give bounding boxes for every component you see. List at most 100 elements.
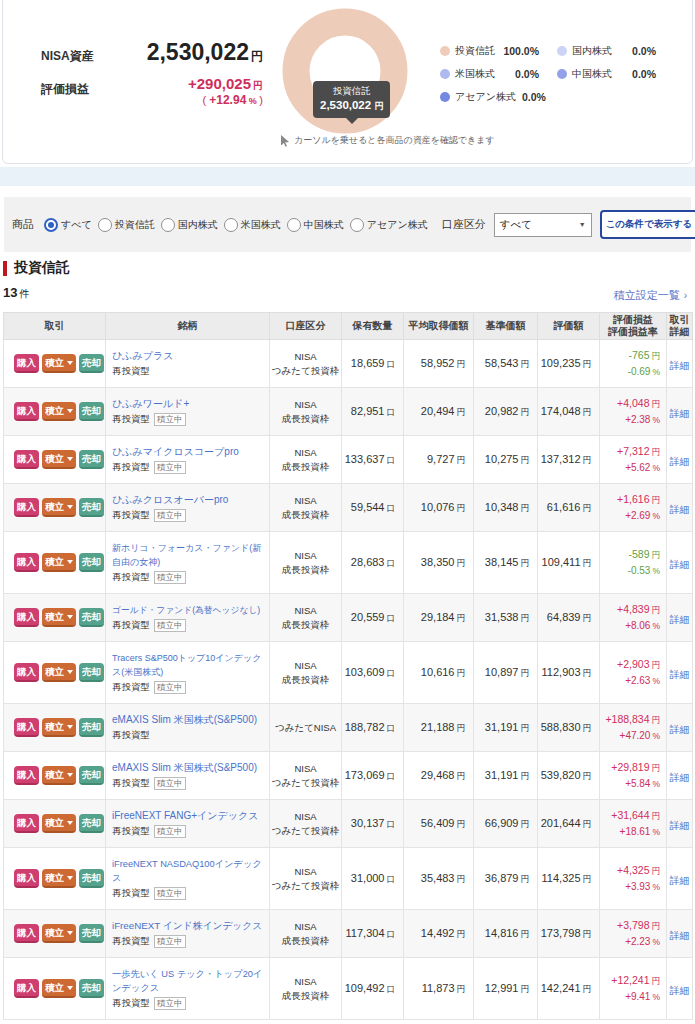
quantity-cell: 103,609口 xyxy=(342,642,404,704)
fund-name-link[interactable]: 一歩先いく US テック・トップ20インデックス xyxy=(112,967,263,995)
tsumitate-active-badge: 積立中 xyxy=(154,777,186,790)
fund-name-link[interactable]: Tracers S&P500トップ10インデックス(米国株式) xyxy=(112,651,263,679)
tsumitate-button[interactable]: 積立▼ xyxy=(42,402,76,421)
tsumitate-button[interactable]: 積立▼ xyxy=(42,718,76,737)
product-radio-アセアン株式[interactable]: アセアン株式 xyxy=(350,218,428,232)
buy-button[interactable]: 購入 xyxy=(14,766,39,785)
account-filter-label: 口座区分 xyxy=(442,217,486,232)
fund-name-link[interactable]: eMAXIS Slim 米国株式(S&P500) xyxy=(112,713,263,727)
dropdown-arrow-icon: ▼ xyxy=(67,409,73,413)
sell-button[interactable]: 売却 xyxy=(79,663,104,682)
tsumitate-button[interactable]: 積立▼ xyxy=(42,608,76,627)
tsumitate-settings-link[interactable]: 積立設定一覧› xyxy=(614,288,687,303)
column-header: 保有数量 xyxy=(342,313,404,340)
tsumitate-button[interactable]: 積立▼ xyxy=(42,663,76,682)
account-type-cell: NISA成長投資枠 xyxy=(270,436,342,484)
detail-link[interactable]: 詳細 xyxy=(670,930,690,941)
tsumitate-button[interactable]: 積立▼ xyxy=(42,450,76,469)
buy-button[interactable]: 購入 xyxy=(14,498,39,517)
buy-button[interactable]: 購入 xyxy=(14,553,39,572)
dropdown-arrow-icon: ▼ xyxy=(67,457,73,461)
fund-name-link[interactable]: iFreeNEXT FANG+インデックス xyxy=(112,809,263,823)
pl-cell: +4,325円+3.93% xyxy=(600,848,667,910)
detail-link[interactable]: 詳細 xyxy=(670,669,690,680)
fund-name-link[interactable]: ひふみマイクロスコープpro xyxy=(112,445,263,459)
detail-link[interactable]: 詳細 xyxy=(670,360,690,371)
account-type-dropdown[interactable]: すべて ▼ xyxy=(494,213,592,237)
tsumitate-button[interactable]: 積立▼ xyxy=(42,924,76,943)
product-radio-国内株式[interactable]: 国内株式 xyxy=(161,218,218,232)
tsumitate-button[interactable]: 積立▼ xyxy=(42,869,76,888)
detail-link[interactable]: 詳細 xyxy=(670,408,690,419)
avg-cost-cell: 29,468円 xyxy=(404,752,474,800)
apply-filter-button[interactable]: この条件で表示する xyxy=(600,210,695,239)
sell-button[interactable]: 売却 xyxy=(79,718,104,737)
product-radio-中国株式[interactable]: 中国株式 xyxy=(287,218,344,232)
buy-button[interactable]: 購入 xyxy=(14,402,39,421)
sell-button[interactable]: 売却 xyxy=(79,814,104,833)
product-radio-投資信託[interactable]: 投資信託 xyxy=(98,218,155,232)
radio-icon xyxy=(161,218,175,232)
sell-button[interactable]: 売却 xyxy=(79,450,104,469)
nav-cell: 38,145円 xyxy=(474,532,538,594)
avg-cost-cell: 29,184円 xyxy=(404,594,474,642)
fund-name-link[interactable]: iFreeNEXT インド株インデックス xyxy=(112,919,263,933)
pl-cell: +29,819円+5.84% xyxy=(600,752,667,800)
detail-link[interactable]: 詳細 xyxy=(670,985,690,996)
quantity-cell: 117,304口 xyxy=(342,910,404,958)
tsumitate-button[interactable]: 積立▼ xyxy=(42,354,76,373)
detail-link[interactable]: 詳細 xyxy=(670,504,690,515)
detail-link[interactable]: 詳細 xyxy=(670,724,690,735)
buy-button[interactable]: 購入 xyxy=(14,608,39,627)
buy-button[interactable]: 購入 xyxy=(14,869,39,888)
section-divider-band xyxy=(0,167,695,186)
tsumitate-button[interactable]: 積立▼ xyxy=(42,498,76,517)
tsumitate-button[interactable]: 積立▼ xyxy=(42,814,76,833)
table-row: 購入積立▼売却iFreeNEXT NASDAQ100インデックス再投資型積立中N… xyxy=(4,848,693,910)
detail-link[interactable]: 詳細 xyxy=(670,772,690,783)
detail-link[interactable]: 詳細 xyxy=(670,875,690,886)
sell-button[interactable]: 売却 xyxy=(79,979,104,998)
buy-button[interactable]: 購入 xyxy=(14,450,39,469)
fund-name-link[interactable]: ひふみクロスオーバーpro xyxy=(112,493,263,507)
sell-button[interactable]: 売却 xyxy=(79,766,104,785)
product-radio-すべて[interactable]: すべて xyxy=(44,218,92,232)
tsumitate-button[interactable]: 積立▼ xyxy=(42,766,76,785)
tsumitate-active-badge: 積立中 xyxy=(154,997,186,1010)
fund-name-link[interactable]: ひふみプラス xyxy=(112,349,263,363)
sell-button[interactable]: 売却 xyxy=(79,553,104,572)
sell-button[interactable]: 売却 xyxy=(79,498,104,517)
dropdown-arrow-icon: ▼ xyxy=(67,560,73,564)
account-type-cell: NISA成長投資枠 xyxy=(270,642,342,704)
detail-link[interactable]: 詳細 xyxy=(670,614,690,625)
sell-button[interactable]: 売却 xyxy=(79,924,104,943)
buy-button[interactable]: 購入 xyxy=(14,718,39,737)
sell-button[interactable]: 売却 xyxy=(79,869,104,888)
fund-name-link[interactable]: ひふみワールド+ xyxy=(112,397,263,411)
detail-link[interactable]: 詳細 xyxy=(670,559,690,570)
detail-link[interactable]: 詳細 xyxy=(670,820,690,831)
buy-button[interactable]: 購入 xyxy=(14,814,39,833)
detail-link[interactable]: 詳細 xyxy=(670,456,690,467)
quantity-cell: 173,069口 xyxy=(342,752,404,800)
avg-cost-cell: 20,494円 xyxy=(404,388,474,436)
buy-button[interactable]: 購入 xyxy=(14,354,39,373)
fund-name-link[interactable]: iFreeNEXT NASDAQ100インデックス xyxy=(112,857,263,885)
allocation-legend: 投資信託100.0%米国株式0.0%アセアン株式0.0% 国内株式0.0%中国株… xyxy=(440,44,656,104)
account-type-cell: NISA成長投資枠 xyxy=(270,484,342,532)
fund-name-link[interactable]: 新ホリコ・フォーカス・ファンド(新自由の女神) xyxy=(112,541,263,569)
sell-button[interactable]: 売却 xyxy=(79,402,104,421)
fund-name-link[interactable]: ゴールド・ファンド(為替ヘッジなし) xyxy=(112,603,263,617)
fund-name-link[interactable]: eMAXIS Slim 米国株式(S&P500) xyxy=(112,761,263,775)
pl-cell: +3,798円+2.23% xyxy=(600,910,667,958)
buy-button[interactable]: 購入 xyxy=(14,979,39,998)
sell-button[interactable]: 売却 xyxy=(79,608,104,627)
tsumitate-button[interactable]: 積立▼ xyxy=(42,979,76,998)
pl-cell: +31,644円+18.61% xyxy=(600,800,667,848)
tsumitate-button[interactable]: 積立▼ xyxy=(42,553,76,572)
buy-button[interactable]: 購入 xyxy=(14,924,39,943)
avg-cost-cell: 10,076円 xyxy=(404,484,474,532)
product-radio-米国株式[interactable]: 米国株式 xyxy=(224,218,281,232)
sell-button[interactable]: 売却 xyxy=(79,354,104,373)
buy-button[interactable]: 購入 xyxy=(14,663,39,682)
